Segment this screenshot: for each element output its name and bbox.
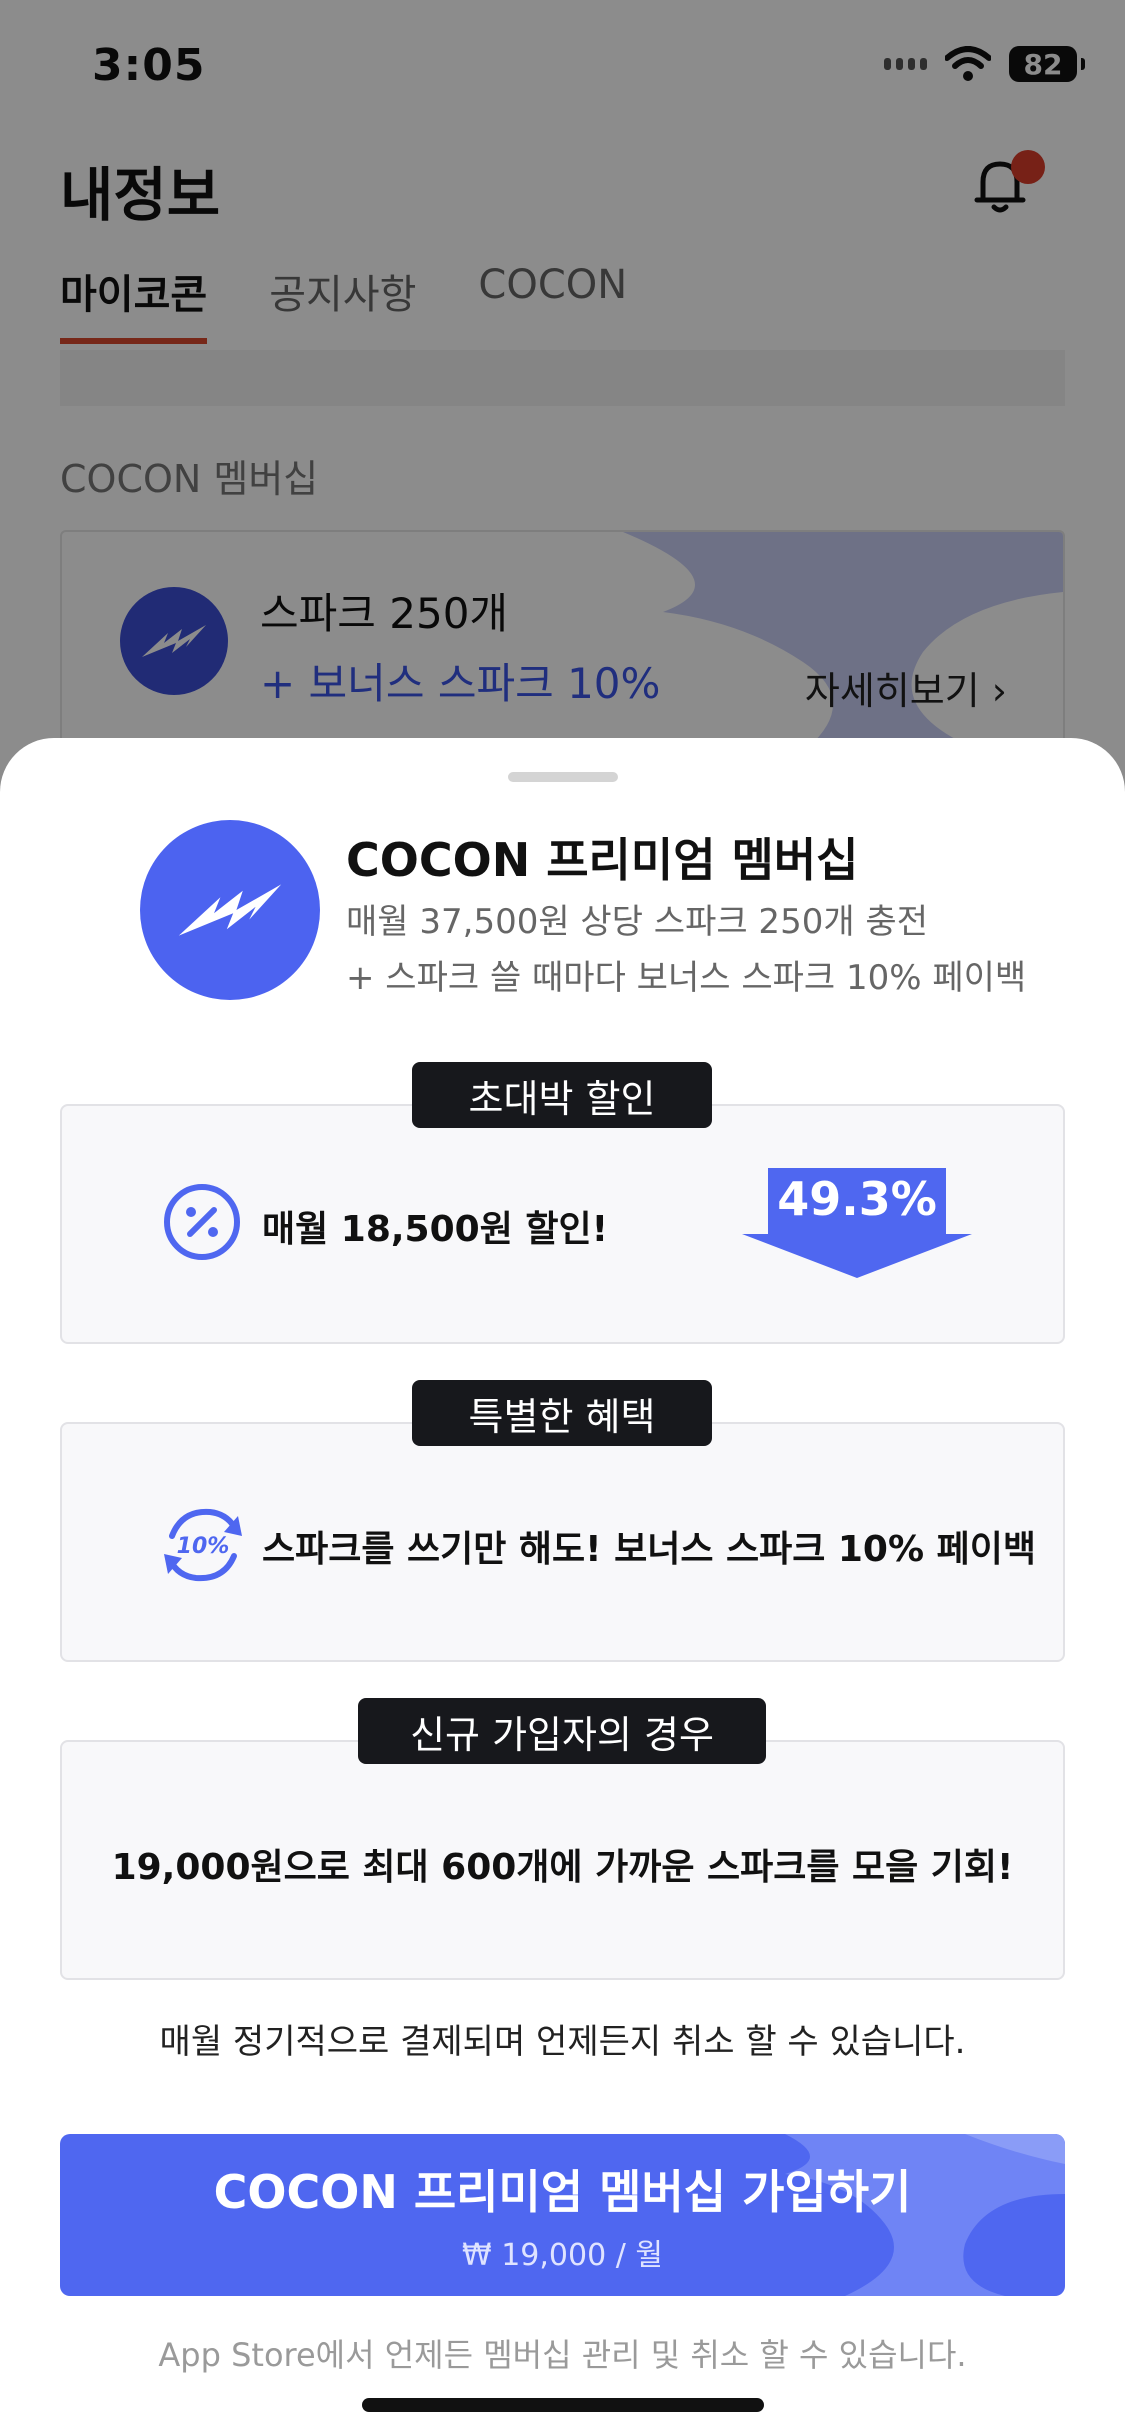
- sheet-grabber[interactable]: [508, 772, 618, 782]
- subscribe-button[interactable]: COCON 프리미엄 멤버십 가입하기 ₩ 19,000 / 월: [60, 2134, 1065, 2296]
- discount-percent: 49.3%: [777, 1172, 937, 1226]
- subscribe-price: ₩ 19,000 / 월: [462, 2238, 663, 2273]
- premium-description-bonus: + 스파크 쓸 때마다 보너스 스파크 10% 페이백: [346, 958, 1027, 998]
- newcomer-tag: 신규 가입자의 경우: [358, 1698, 766, 1764]
- premium-title: COCON 프리미엄 멤버십: [346, 833, 859, 887]
- benefit-box: 10% 스파크를 쓰기만 해도! 보너스 스파크 10% 페이백: [60, 1422, 1065, 1662]
- cycle-icon-label: 10%: [177, 1534, 230, 1559]
- home-indicator[interactable]: [362, 2398, 764, 2412]
- cycle-10-icon: 10%: [164, 1508, 242, 1582]
- premium-bottom-sheet: COCON 프리미엄 멤버십 매월 37,500원 상당 스파크 250개 충전…: [0, 738, 1125, 2436]
- newcomer-text: 19,000원으로 최대 600개에 가까운 스파크를 모을 기회!: [111, 1847, 1014, 1888]
- percent-icon: [164, 1184, 240, 1260]
- subscribe-button-label: COCON 프리미엄 멤버십 가입하기: [213, 2165, 912, 2219]
- discount-tag: 초대박 할인: [412, 1062, 712, 1128]
- newcomer-box: 19,000원으로 최대 600개에 가까운 스파크를 모을 기회!: [60, 1740, 1065, 1980]
- benefit-tag: 특별한 혜택: [412, 1380, 712, 1446]
- discount-text: 매월 18,500원 할인!: [262, 1209, 609, 1250]
- billing-note: 매월 정기적으로 결제되며 언제든지 취소 할 수 있습니다.: [159, 2022, 966, 2062]
- discount-box: 매월 18,500원 할인! 49.3%: [60, 1104, 1065, 1344]
- spark-logo-icon: [140, 820, 320, 1000]
- benefit-text: 스파크를 쓰기만 해도! 보너스 스파크 10% 페이백: [262, 1529, 1036, 1570]
- premium-description: 매월 37,500원 상당 스파크 250개 충전: [346, 902, 928, 942]
- app-store-note: App Store에서 언제든 멤버십 관리 및 취소 할 수 있습니다.: [158, 2336, 967, 2374]
